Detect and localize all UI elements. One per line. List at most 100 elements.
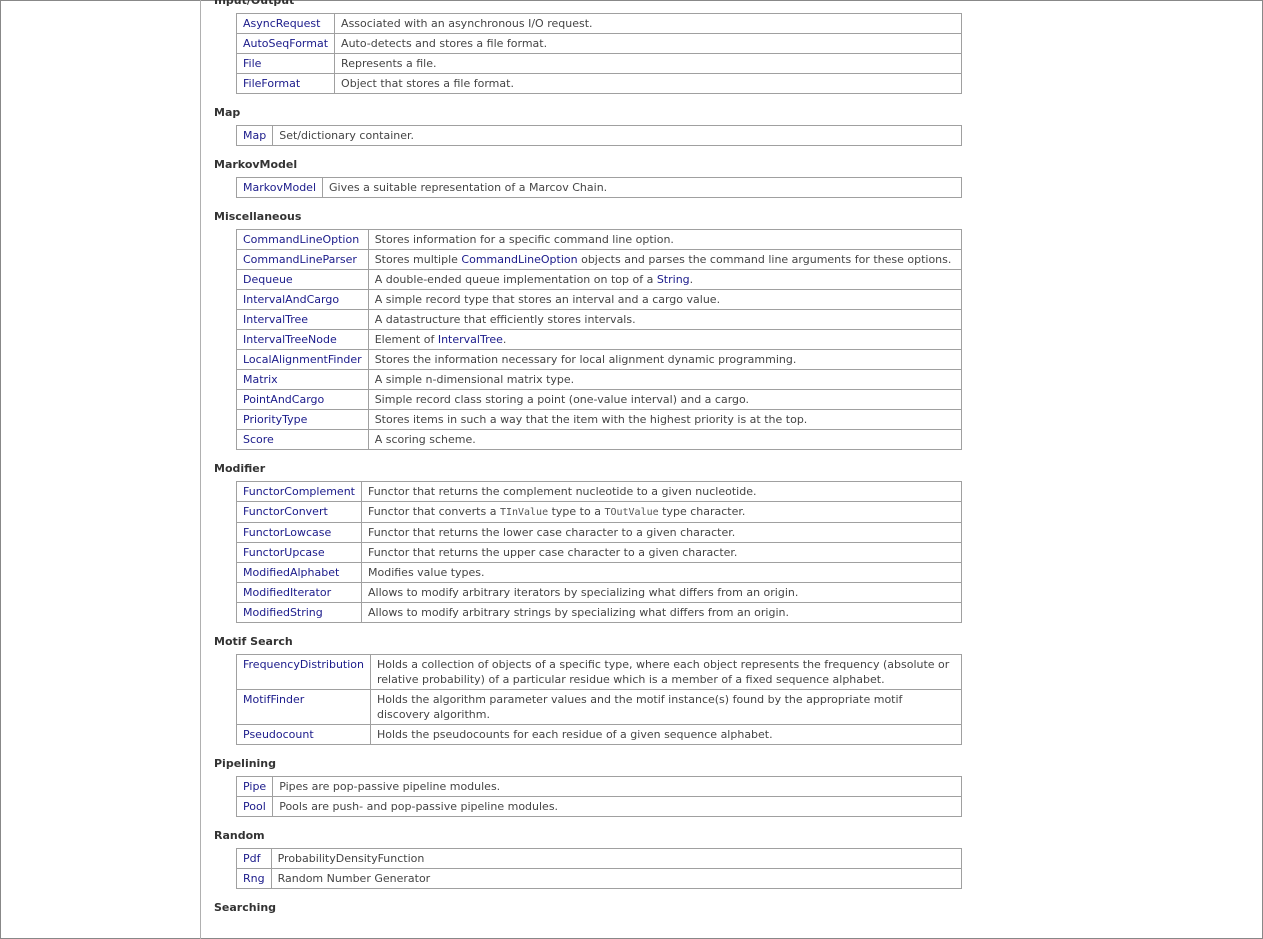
class-description-cell: Stores multiple CommandLineOption object… <box>367 249 963 270</box>
description-text: Gives a suitable representation of a Mar… <box>329 181 608 194</box>
description-link[interactable]: IntervalTree <box>438 333 503 346</box>
description-text: Stores multiple <box>374 253 462 266</box>
class-table: Pdf ProbabilityDensityFunction Rng Random N… <box>236 848 963 889</box>
class-description-cell: Holds a collection of objects of a speci… <box>370 654 962 690</box>
class-link[interactable]: Pdf <box>243 852 261 865</box>
table-row: FileFormat Object that stores a file form… <box>235 73 962 94</box>
table-row: ModifiedAlphabet Modifies value types. <box>236 562 963 583</box>
section-title: Motif Search <box>214 635 293 648</box>
class-link[interactable]: Dequeue <box>243 273 293 286</box>
class-link[interactable]: IntervalTreeNode <box>243 333 337 346</box>
description-text: Element of <box>374 333 438 346</box>
class-link[interactable]: IntervalAndCargo <box>243 293 339 306</box>
table-row: IntervalAndCargo A simple record type tha… <box>236 289 963 310</box>
table-row: CommandLineParser Stores multiple Command… <box>236 249 963 270</box>
class-link[interactable]: ModifiedAlphabet <box>243 566 339 579</box>
table-row: File Represents a file. <box>235 53 962 74</box>
class-link[interactable]: FileFormat <box>243 77 300 90</box>
class-table: MarkovModel Gives a suitable representati… <box>236 177 962 198</box>
description-text: Stores information for a specific comman… <box>374 233 674 246</box>
table-row: IntervalTree A datastructure that efficie… <box>236 309 963 330</box>
class-link[interactable]: AutoSeqFormat <box>243 37 328 50</box>
class-description-cell: Associated with an asynchronous I/O requ… <box>334 13 962 34</box>
table-row: FunctorUpcase Functor that returns the up… <box>236 542 963 563</box>
description-link[interactable]: String <box>657 273 690 286</box>
description-text: . <box>689 273 694 286</box>
class-description-cell: A scoring scheme. <box>367 429 963 450</box>
description-text: Represents a file. <box>341 57 437 70</box>
class-name-cell: ModifiedString <box>236 602 362 623</box>
class-link[interactable]: Rng <box>243 872 265 885</box>
class-description-cell: Set/dictionary container. <box>272 125 962 146</box>
table-row: CommandLineOption Stores information for … <box>236 229 963 250</box>
class-link[interactable]: Pool <box>243 800 266 813</box>
class-link[interactable]: Pipe <box>243 780 266 793</box>
description-text: Holds a collection of objects of a speci… <box>377 658 950 686</box>
description-link[interactable]: CommandLineOption <box>461 253 577 266</box>
class-link[interactable]: MarkovModel <box>243 181 316 194</box>
class-name-cell: AutoSeqFormat <box>235 33 336 54</box>
class-index-content: Input/Output AsyncRequest Associated with … <box>214 0 974 920</box>
class-link[interactable]: FunctorComplement <box>243 485 355 498</box>
class-name-cell: FunctorConvert <box>236 501 362 523</box>
table-row: MotifFinder Holds the algorithm parameter… <box>236 689 962 725</box>
table-row: ModifiedString Allows to modify arbitrary… <box>236 602 963 623</box>
class-link[interactable]: AsyncRequest <box>243 17 320 30</box>
section-title: Pipelining <box>214 757 277 770</box>
class-link[interactable]: CommandLineParser <box>243 253 357 266</box>
class-link[interactable]: Pseudocount <box>243 728 314 741</box>
class-link[interactable]: ModifiedIterator <box>243 586 331 599</box>
class-description-cell: Represents a file. <box>334 53 962 74</box>
description-text: Auto-detects and stores a file format. <box>341 37 548 50</box>
class-link[interactable]: MotifFinder <box>243 693 304 706</box>
class-link[interactable]: PriorityType <box>243 413 307 426</box>
table-row: MarkovModel Gives a suitable representati… <box>236 177 962 198</box>
table-row: Pool Pools are push- and pop-passive pipe… <box>235 796 962 817</box>
class-description-cell: Pipes are pop-passive pipeline modules. <box>272 776 962 797</box>
class-description-cell: A simple record type that stores an inte… <box>367 289 963 310</box>
class-name-cell: Dequeue <box>236 269 369 290</box>
class-link[interactable]: ModifiedString <box>243 606 323 619</box>
class-name-cell: Matrix <box>236 369 369 390</box>
description-text: A simple record type that stores an inte… <box>374 293 721 306</box>
class-description-cell: Holds the algorithm parameter values and… <box>370 689 962 725</box>
class-description-cell: Stores items in such a way that the item… <box>367 409 963 430</box>
description-text: A simple n-dimensional matrix type. <box>374 373 575 386</box>
class-link[interactable]: Matrix <box>243 373 278 386</box>
section-input-output: Input/Output AsyncRequest Associated with … <box>214 0 974 94</box>
class-description-cell: Auto-detects and stores a file format. <box>334 33 962 54</box>
description-text: Stores items in such a way that the item… <box>374 413 808 426</box>
class-description-cell: Allows to modify arbitrary iterators by … <box>360 582 963 603</box>
section-title: Map <box>214 106 241 119</box>
class-name-cell: MarkovModel <box>236 177 323 198</box>
class-name-cell: MotifFinder <box>236 689 371 725</box>
class-link[interactable]: CommandLineOption <box>243 233 359 246</box>
class-link[interactable]: FrequencyDistribution <box>243 658 364 671</box>
description-text: Holds the algorithm parameter values and… <box>377 693 903 721</box>
class-link[interactable]: FunctorLowcase <box>243 526 331 539</box>
description-text: Pipes are pop-passive pipeline modules. <box>279 780 501 793</box>
class-link[interactable]: Map <box>243 129 266 142</box>
section-title: Miscellaneous <box>214 210 302 223</box>
class-link[interactable]: LocalAlignmentFinder <box>243 353 362 366</box>
table-row: Dequeue A double-ended queue implementati… <box>236 269 963 290</box>
class-table: FunctorComplement Functor that returns th… <box>236 481 963 623</box>
section-title: Input/Output <box>214 0 295 7</box>
class-name-cell: FunctorUpcase <box>236 542 362 563</box>
code-token: TOutValue <box>604 507 659 518</box>
class-table: CommandLineOption Stores information for … <box>236 229 963 450</box>
code-token: TInValue <box>499 507 549 518</box>
table-row: FunctorConvert Functor that converts a TI… <box>236 501 963 523</box>
table-row: AutoSeqFormat Auto-detects and stores a f… <box>235 33 962 54</box>
class-description-cell: Stores information for a specific comman… <box>367 229 963 250</box>
description-text: Modifies value types. <box>367 566 485 579</box>
class-link[interactable]: IntervalTree <box>243 313 308 326</box>
class-name-cell: File <box>235 53 336 74</box>
class-link[interactable]: File <box>243 57 261 70</box>
class-link[interactable]: FunctorConvert <box>243 505 328 518</box>
class-link[interactable]: PointAndCargo <box>243 393 324 406</box>
class-description-cell: Modifies value types. <box>360 562 963 583</box>
class-link[interactable]: FunctorUpcase <box>243 546 325 559</box>
class-link[interactable]: Score <box>243 433 274 446</box>
table-row: Pipe Pipes are pop-passive pipeline modul… <box>235 776 962 797</box>
